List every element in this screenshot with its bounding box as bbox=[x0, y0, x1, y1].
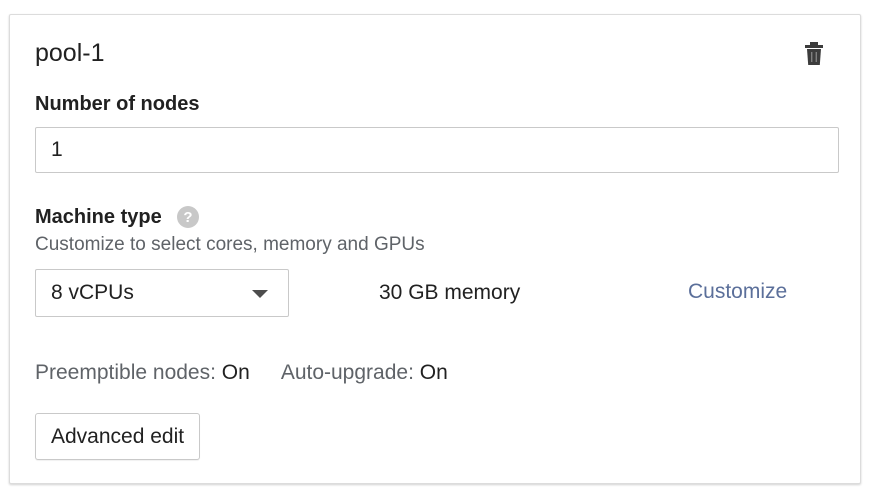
machine-type-select[interactable]: 8 vCPUs bbox=[35, 269, 289, 317]
machine-type-help-text: Customize to select cores, memory and GP… bbox=[35, 234, 425, 255]
dropdown-arrow-icon bbox=[252, 290, 268, 298]
customize-link[interactable]: Customize bbox=[688, 279, 787, 305]
svg-text:?: ? bbox=[183, 209, 192, 226]
machine-type-selected-value: 8 vCPUs bbox=[51, 281, 134, 304]
autoupgrade-value: On bbox=[419, 361, 448, 384]
preemptible-status: Preemptible nodes: On bbox=[35, 360, 250, 386]
machine-type-label: Machine type bbox=[35, 206, 162, 228]
trash-icon bbox=[804, 41, 824, 71]
delete-pool-button[interactable] bbox=[798, 39, 830, 73]
node-status-row: Preemptible nodes: On Auto-upgrade: On bbox=[35, 360, 479, 386]
number-of-nodes-input[interactable] bbox=[35, 127, 839, 173]
machine-type-header: Machine type ? bbox=[35, 204, 200, 230]
autoupgrade-label: Auto-upgrade: bbox=[280, 361, 414, 384]
node-pool-card: pool-1 Number of nodes Machine type ? Cu… bbox=[9, 14, 861, 484]
pool-title: pool-1 bbox=[35, 39, 105, 67]
number-of-nodes-label: Number of nodes bbox=[35, 93, 200, 115]
advanced-edit-button[interactable]: Advanced edit bbox=[35, 413, 201, 460]
preemptible-label: Preemptible nodes: bbox=[35, 361, 216, 384]
help-circle-icon[interactable]: ? bbox=[176, 205, 200, 229]
autoupgrade-status: Auto-upgrade: On bbox=[281, 360, 448, 386]
memory-value: 30 GB memory bbox=[379, 281, 521, 304]
preemptible-value: On bbox=[221, 361, 250, 384]
